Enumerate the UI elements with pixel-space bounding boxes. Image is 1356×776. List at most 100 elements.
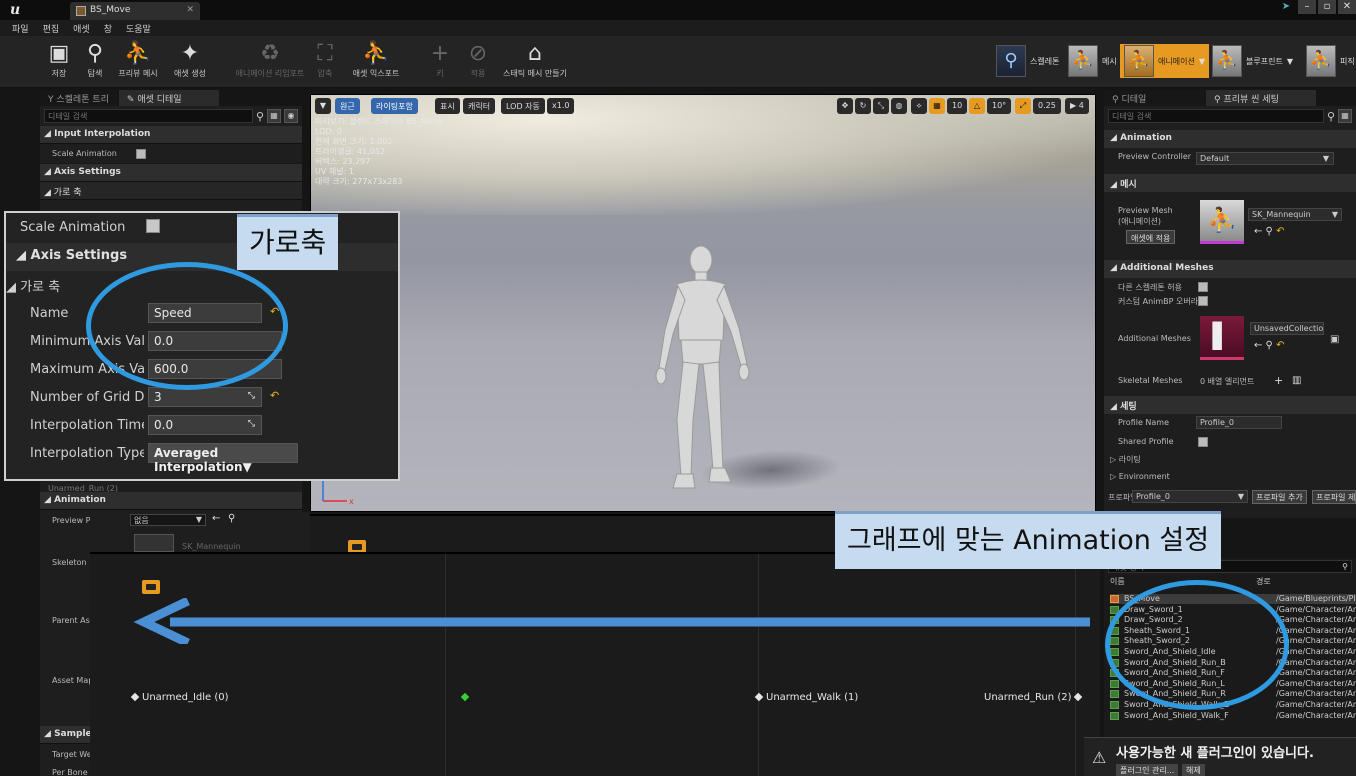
- dismiss-button[interactable]: 해제: [1182, 764, 1205, 776]
- rotation-snap-value[interactable]: 10°: [987, 98, 1012, 114]
- mode-blueprint[interactable]: ⛹ 블루프린트 ▼: [1212, 44, 1293, 78]
- key-button[interactable]: + 키: [430, 40, 450, 79]
- rotate-icon[interactable]: ↻: [855, 98, 871, 114]
- allow-other-skeleton-checkbox[interactable]: [1198, 282, 1208, 292]
- mannequin-character[interactable]: [631, 240, 771, 510]
- preview-point[interactable]: [458, 692, 472, 703]
- reset-icon[interactable]: ↶: [270, 389, 279, 402]
- category-mesh[interactable]: ◢ 메시: [1104, 174, 1356, 192]
- skeleton-thumbnail[interactable]: [134, 534, 174, 552]
- search-icon[interactable]: ⚲: [1342, 562, 1348, 571]
- category-settings[interactable]: ◢ 세팅: [1104, 396, 1356, 414]
- menu-help[interactable]: 도움말: [126, 22, 151, 35]
- grid-view-icon[interactable]: ▦: [1338, 109, 1352, 123]
- minimize-icon[interactable]: –: [1298, 0, 1316, 14]
- asset-row[interactable]: Sword_And_Shield_Walk_F/Game/Character/A…: [1110, 711, 1356, 721]
- notification-icon[interactable]: ➤: [1276, 0, 1296, 14]
- arrow-left-icon[interactable]: ← ⚲ ↶: [1254, 340, 1284, 351]
- add-element-icon[interactable]: +: [1274, 374, 1283, 387]
- profile-name-input[interactable]: Profile_0: [1196, 416, 1282, 429]
- world-icon[interactable]: ◍: [891, 98, 907, 114]
- perspective-button[interactable]: 원근: [335, 98, 360, 114]
- grid-view-icon[interactable]: ▦: [267, 109, 281, 123]
- preview-mesh-thumbnail[interactable]: ⛹: [1200, 200, 1244, 244]
- show-button[interactable]: 표시: [435, 98, 460, 114]
- window-close-icon[interactable]: ✕: [1338, 0, 1356, 14]
- mode-animation[interactable]: ⛹ 애니메이션 ▼: [1120, 44, 1209, 78]
- menu-asset[interactable]: 애셋: [73, 22, 90, 35]
- mode-physics[interactable]: ⛹ 피직: [1306, 44, 1355, 78]
- interpolation-type-dropdown[interactable]: Averaged Interpolation▼: [148, 443, 298, 474]
- lod-button[interactable]: LOD 자동: [501, 98, 545, 114]
- grid-snap-icon[interactable]: ▦: [929, 98, 945, 114]
- save-button[interactable]: ▣ 저장: [46, 40, 72, 79]
- trash-icon[interactable]: ▥: [1292, 375, 1301, 386]
- remove-profile-button[interactable]: 프로파일 제: [1312, 490, 1356, 504]
- mode-mesh[interactable]: ⛹ 메시: [1068, 44, 1117, 78]
- compress-button[interactable]: ⛶ 압축: [312, 40, 338, 79]
- surface-snap-icon[interactable]: ⟡: [911, 98, 927, 114]
- menu-file[interactable]: 파일: [12, 22, 29, 35]
- reset-icon[interactable]: ↶: [1276, 226, 1284, 237]
- menu-window[interactable]: 창: [104, 22, 112, 35]
- playback-speed-button[interactable]: x1.0: [547, 98, 575, 114]
- category-lighting[interactable]: ▷ 라이팅: [1104, 454, 1356, 466]
- custom-animbp-checkbox[interactable]: [1198, 296, 1208, 306]
- reimport-animation-button[interactable]: ♻ 애니메이션 리임포트: [230, 40, 310, 79]
- apply-button[interactable]: ⊘ 적용: [466, 40, 490, 79]
- tab-preview-scene-settings[interactable]: ⚲ 프리뷰 씬 세팅: [1206, 90, 1316, 106]
- additional-meshes-dropdown[interactable]: UnsavedCollection: [1250, 322, 1324, 335]
- category-horizontal-axis[interactable]: ◢ 가로 축: [40, 182, 302, 200]
- scale-animation-checkbox[interactable]: [136, 148, 146, 159]
- right-search-input[interactable]: 디테일 검색: [1108, 109, 1324, 123]
- character-button[interactable]: 캐릭터: [463, 98, 496, 114]
- category-axis-settings[interactable]: ◢ Axis Settings: [40, 164, 302, 182]
- manage-plugins-button[interactable]: 플러그인 관리...: [1116, 764, 1179, 776]
- collection-thumbnail[interactable]: ▌: [1200, 316, 1244, 360]
- column-name[interactable]: 이름: [1110, 576, 1125, 587]
- search-icon[interactable]: ⚲: [1327, 110, 1335, 123]
- arrow-left-icon[interactable]: ←: [212, 513, 220, 524]
- category-animation[interactable]: ◢ Animation: [1104, 130, 1356, 148]
- search-icon[interactable]: ⚲: [228, 513, 235, 524]
- sample-point-run[interactable]: Unarmed_Run (2): [984, 692, 1085, 703]
- tab-skeleton-tree[interactable]: Y 스켈레톤 트리: [40, 90, 117, 106]
- apply-to-asset-button[interactable]: 애셋에 적용: [1126, 230, 1176, 244]
- tab-asset-details[interactable]: ✎ 애셋 디테일: [118, 90, 219, 106]
- sample-marker-icon[interactable]: [142, 580, 160, 594]
- grid-snap-value[interactable]: 10: [947, 98, 968, 114]
- camera-speed-button[interactable]: ▶ 4: [1065, 98, 1089, 114]
- interpolation-time-input[interactable]: 0.0 ⤡: [148, 415, 262, 435]
- export-asset-button[interactable]: ⛹ 애셋 익스포트: [348, 40, 404, 79]
- details-search-input[interactable]: 디테일 검색: [44, 109, 253, 123]
- category-animation[interactable]: ◢ Animation: [40, 492, 302, 510]
- translate-icon[interactable]: ✥: [837, 98, 853, 114]
- reset-icon[interactable]: ↶: [1276, 340, 1284, 351]
- document-tab[interactable]: BS_Move ✕: [70, 2, 200, 20]
- lit-mode-button[interactable]: 라이팅포함: [371, 98, 418, 114]
- blendspace-graph[interactable]: Unarmed_Idle (0) Unarmed_Walk (1) Unarme…: [90, 552, 1100, 776]
- category-input-interpolation[interactable]: ◢ Input Interpolation: [40, 126, 302, 144]
- close-icon[interactable]: ✕: [186, 5, 194, 15]
- scale-snap-value[interactable]: 0.25: [1033, 98, 1061, 114]
- browse-button[interactable]: ⚲ 탐색: [80, 40, 110, 79]
- create-asset-button[interactable]: ✦ 애셋 생성: [170, 40, 210, 79]
- mode-skeleton[interactable]: ⚲ 스켈레톤: [996, 44, 1059, 78]
- scale-snap-icon[interactable]: ⤢: [1015, 98, 1031, 114]
- category-environment[interactable]: ▷ Environment: [1104, 472, 1356, 484]
- maximize-icon[interactable]: ▫: [1318, 0, 1336, 14]
- preview-controller-dropdown[interactable]: Default ▼: [1196, 152, 1334, 165]
- scale-icon[interactable]: ⤡: [873, 98, 889, 114]
- category-sample-interpolation[interactable]: ◢ Sample Ir: [40, 726, 90, 744]
- sample-point-walk[interactable]: Unarmed_Walk (1): [752, 692, 858, 703]
- make-static-mesh-button[interactable]: ⌂ 스태틱 메시 만들기: [500, 40, 570, 79]
- add-profile-button[interactable]: 프로파일 추가: [1252, 490, 1307, 504]
- viewport-menu-button[interactable]: ▼: [315, 98, 331, 114]
- zoom-scale-animation-checkbox[interactable]: [146, 219, 160, 233]
- tab-details[interactable]: ⚲ 디테일: [1104, 90, 1204, 106]
- column-path[interactable]: 경로: [1256, 576, 1271, 587]
- shared-profile-checkbox[interactable]: [1198, 437, 1208, 447]
- menu-edit[interactable]: 편집: [43, 22, 60, 35]
- rotation-snap-icon[interactable]: △: [969, 98, 985, 114]
- sample-point-idle[interactable]: Unarmed_Idle (0): [128, 692, 229, 703]
